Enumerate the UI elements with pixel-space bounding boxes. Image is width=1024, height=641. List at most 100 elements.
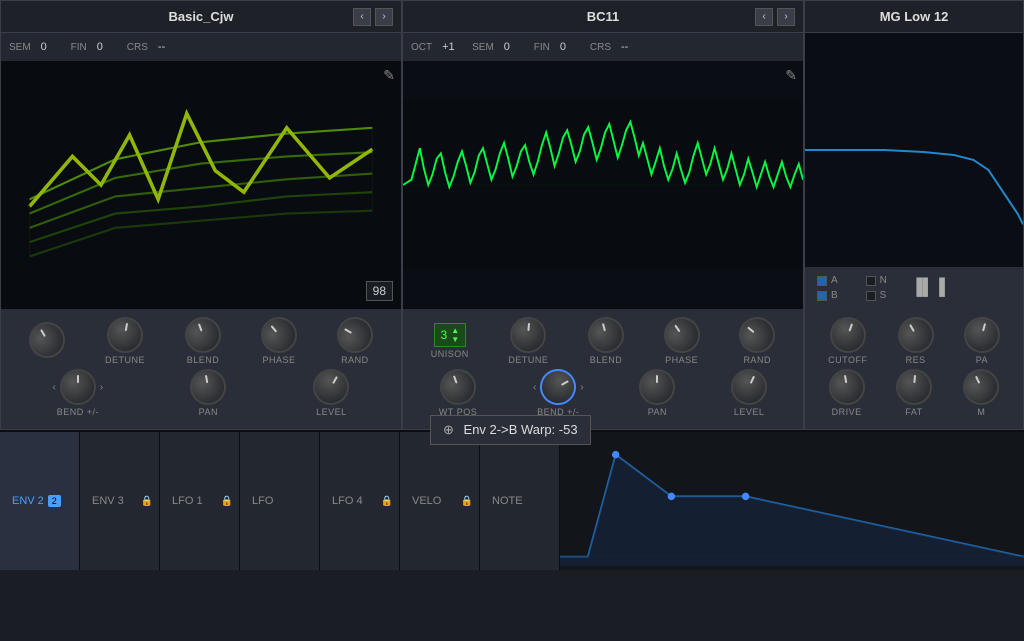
- check-n-box[interactable]: [866, 276, 876, 286]
- osc2-pan[interactable]: [639, 369, 675, 405]
- osc2-sem: 0: [504, 41, 524, 53]
- osc1-rand-label: RAND: [341, 355, 369, 365]
- osc2-pan-knob: PAN: [639, 369, 675, 417]
- mod-tab-lfo1[interactable]: LFO 1 🔒: [160, 432, 240, 570]
- filter-m-label: M: [977, 407, 985, 417]
- osc1-rand-knob: RAND: [337, 317, 373, 365]
- osc1-rand[interactable]: [330, 310, 379, 359]
- osc1-sem: 0: [41, 41, 61, 53]
- check-a-box[interactable]: [817, 276, 827, 286]
- filter-panel: MG Low 12 A B: [804, 0, 1024, 430]
- filter-curve-svg: [805, 33, 1023, 267]
- unison-label: UNISON: [431, 349, 469, 359]
- osc1-blend[interactable]: [180, 312, 226, 358]
- velo-icon: 🔒: [461, 496, 473, 507]
- wt-number[interactable]: 98: [366, 281, 393, 301]
- filter-options-row: A B N S: [805, 267, 1023, 309]
- osc1-pan-knob: PAN: [190, 369, 226, 417]
- osc2-blend[interactable]: [584, 313, 628, 357]
- osc2-wtpos[interactable]: [435, 364, 481, 410]
- filter-check-a: A: [817, 275, 838, 286]
- mod-tab-note[interactable]: NOTE: [480, 432, 560, 570]
- edit-icon[interactable]: ✎: [383, 67, 395, 84]
- osc1-next[interactable]: ›: [375, 8, 393, 26]
- osc1-level-label: LEVEL: [316, 407, 347, 417]
- osc2-prev[interactable]: ‹: [755, 8, 773, 26]
- osc2-edit-icon[interactable]: ✎: [785, 67, 797, 84]
- osc2-params: OCT +1 SEM 0 FIN 0 CRS --: [403, 33, 803, 61]
- osc2-bend-right[interactable]: ›: [580, 382, 583, 393]
- osc2-level[interactable]: [725, 363, 773, 411]
- osc1-params: SEM 0 FIN 0 CRS --: [1, 33, 401, 61]
- osc1-display: ✎ 98: [1, 61, 401, 309]
- osc2-level-label: LEVEL: [734, 407, 765, 417]
- filter-m-knob: M: [963, 369, 999, 417]
- osc2-phase-knob: PHASE: [664, 317, 700, 365]
- osc2-detune[interactable]: [509, 315, 548, 354]
- mod-tab-env2[interactable]: ENV 2 2: [0, 432, 80, 570]
- mod-content: [560, 432, 1024, 570]
- mod-tab-velo[interactable]: VELO 🔒: [400, 432, 480, 570]
- osc2-knobs-row2: WT POS ‹ › BEND +/- PAN: [411, 369, 795, 417]
- osc1-phase[interactable]: [254, 310, 305, 361]
- osc2-display: ✎: [403, 61, 803, 309]
- osc2-next[interactable]: ›: [777, 8, 795, 26]
- osc2-knobs-row1: 3 ▲ ▼ UNISON DETUNE: [411, 317, 795, 365]
- check-s-box[interactable]: [866, 291, 876, 301]
- osc1-bend-right[interactable]: ›: [100, 382, 103, 393]
- filter-check-n: N: [866, 275, 887, 286]
- osc1-pan[interactable]: [187, 366, 229, 408]
- graph-bars-section: ▐▌▐: [911, 271, 945, 305]
- filter-m[interactable]: [957, 363, 1005, 411]
- mod-tab-lfo-label: LFO: [252, 495, 273, 507]
- check-b-box[interactable]: [817, 291, 827, 301]
- osc1-phase-knob: PHASE: [261, 317, 297, 365]
- osc2-title: BC11: [587, 9, 620, 24]
- mod-tab-env3[interactable]: ENV 3 🔒: [80, 432, 160, 570]
- mod-tab-lfo[interactable]: LFO: [240, 432, 320, 570]
- osc2-rand[interactable]: [732, 310, 783, 361]
- sem-label: SEM: [9, 42, 31, 53]
- osc2-phase[interactable]: [657, 310, 707, 360]
- osc2-phase-label: PHASE: [665, 355, 698, 365]
- osc1-bend[interactable]: [60, 369, 96, 405]
- osc1-knobs-top: DETUNE BLEND PHASE RAND: [1, 309, 401, 429]
- osc2-blend-label: BLEND: [590, 355, 623, 365]
- osc2-bend[interactable]: [534, 362, 583, 411]
- osc2-panel: BC11 ‹ › OCT +1 SEM 0 FIN 0 CRS --: [402, 0, 804, 430]
- mod-tab-env2-number: 2: [48, 495, 61, 507]
- osc1-knobs-row2: ‹ › BEND +/- PAN LEVEL: [9, 369, 393, 417]
- osc1-fin: 0: [97, 41, 117, 53]
- osc1-prev[interactable]: ‹: [353, 8, 371, 26]
- filter-knobs: CUTOFF RES PA DRIVE: [805, 309, 1023, 429]
- filter-res[interactable]: [891, 310, 940, 359]
- osc1-phase-label: PHASE: [262, 355, 295, 365]
- mod-tab-lfo4-label: LFO 4: [332, 495, 363, 507]
- osc2-nav: ‹ ›: [755, 8, 795, 26]
- osc2-oct: +1: [442, 41, 462, 53]
- check-a-label: A: [831, 275, 838, 286]
- mod-tab-lfo4[interactable]: LFO 4 🔒: [320, 432, 400, 570]
- fin-label: FIN: [71, 42, 87, 53]
- osc2-rand-label: RAND: [743, 355, 771, 365]
- filter-cutoff[interactable]: [825, 312, 871, 358]
- filter-pa-label: PA: [976, 355, 988, 365]
- osc2-bend-left[interactable]: ‹: [533, 382, 536, 393]
- osc1-knob-left[interactable]: [22, 315, 71, 364]
- filter-fat[interactable]: [894, 367, 933, 406]
- osc1-level[interactable]: [307, 362, 356, 411]
- filter-drive[interactable]: [826, 366, 868, 408]
- osc1-detune-knob: DETUNE: [105, 317, 145, 365]
- osc2-detune-label: DETUNE: [508, 355, 548, 365]
- osc1-bend-left[interactable]: ‹: [53, 382, 56, 393]
- filter-pa[interactable]: [960, 313, 1004, 357]
- mod-tab-env3-label: ENV 3: [92, 495, 124, 507]
- unison-selector[interactable]: 3 ▲ ▼: [434, 323, 467, 347]
- osc1-detune[interactable]: [104, 314, 146, 356]
- unison-arrows: ▲ ▼: [451, 326, 459, 344]
- check-b-label: B: [831, 290, 838, 301]
- osc2-fin: 0: [560, 41, 580, 53]
- graph-bars-icon[interactable]: ▐▌▐: [911, 279, 945, 297]
- filter-check-b: B: [817, 290, 838, 301]
- osc2-header: BC11 ‹ ›: [403, 1, 803, 33]
